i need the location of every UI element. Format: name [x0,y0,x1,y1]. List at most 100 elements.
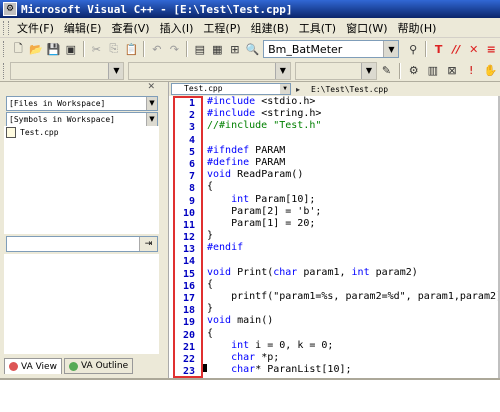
code-line[interactable] [207,133,500,145]
goto-file-icon[interactable]: ▸ [292,83,304,95]
chevron-down-icon[interactable]: ▼ [280,84,290,94]
line-number: 20 [182,329,195,341]
cut-icon[interactable]: ✂ [89,40,105,58]
filter-combo[interactable]: ▼ [294,61,377,80]
code-line[interactable]: Param[1] = 20; [207,218,500,230]
line-number: 2 [188,110,195,122]
line-number: 22 [182,353,195,365]
code-line[interactable]: //#include "Test.h" [207,120,500,132]
window-list-icon[interactable]: ⊞ [227,40,243,58]
symbols-combo-value: [Symbols in Workspace] [9,115,115,124]
va-view-icon [9,362,18,371]
code-line[interactable]: void ReadParam() [207,169,500,181]
menu-view[interactable]: 查看(V) [106,20,154,36]
files-combo-value: [Files in Workspace] [9,99,106,108]
code-line[interactable]: } [207,230,500,242]
binoculars-icon[interactable]: ⚲ [405,40,421,58]
find-in-files-icon[interactable]: 🔍 [245,40,261,58]
delete-icon[interactable]: ✕ [466,40,482,58]
code-line[interactable]: { [207,279,500,291]
execute-icon[interactable]: ! [463,62,480,80]
comment-icon[interactable]: // [448,40,464,58]
menu-insert[interactable]: 插入(I) [155,20,199,36]
code-line[interactable]: #endif [207,242,500,254]
toolbar-grip[interactable] [3,41,7,57]
code-line[interactable] [207,254,500,266]
title-bar: ⚙ Microsoft Visual C++ - [E:\Test\Test.c… [0,0,500,18]
save-all-icon[interactable]: ▣ [63,40,79,58]
line-number: 10 [182,207,195,219]
save-icon[interactable]: 💾 [46,40,62,58]
undo-icon[interactable]: ↶ [149,40,165,58]
open-folder-icon[interactable]: 📂 [28,40,44,58]
compile-icon[interactable]: ⚙ [405,62,422,80]
chevron-down-icon[interactable]: ▼ [146,113,157,126]
chevron-down-icon[interactable]: ▼ [274,62,290,79]
file-combo-value: Test.cpp [184,84,223,93]
menu-window[interactable]: 窗口(W) [341,20,392,36]
wand-icon[interactable]: ✎ [378,62,395,80]
code-line[interactable]: { [207,328,500,340]
chevron-down-icon[interactable]: ▼ [360,62,376,79]
line-number: 11 [182,219,195,231]
copy-icon[interactable]: ⎘ [106,40,122,58]
code-line[interactable]: int Param[10]; [207,194,500,206]
code-line[interactable]: int i = 0, k = 0; [207,340,500,352]
new-file-icon[interactable]: 🗋 [11,40,27,58]
tab-label: VA View [21,361,57,372]
tab-label: VA Outline [80,361,129,371]
line-numbers: 123456789101112131415161718192021222324 [175,98,201,391]
file-path: E:\Test\Test.cpp [311,84,389,94]
code-line[interactable]: char* ParanList[10]; [207,364,500,376]
tab-va-outline[interactable]: VA Outline [63,358,134,374]
code-line[interactable]: #include <string.h> [207,108,500,120]
file-combo[interactable]: Test.cpp ▼ [171,83,291,95]
paste-icon[interactable]: 📋 [124,40,140,58]
redo-icon[interactable]: ↷ [167,40,183,58]
menu-tools[interactable]: 工具(T) [294,20,341,36]
menu-help[interactable]: 帮助(H) [393,20,442,36]
config-combo[interactable]: Bm_BatMeter ▼ [263,40,400,58]
menu-edit[interactable]: 编辑(E) [59,20,107,36]
code-line[interactable]: Param[2] = 'b'; [207,206,500,218]
code-line[interactable]: printf("param1=%s, param2=%d", param1,pa… [207,291,500,303]
chevron-down-icon[interactable]: ▼ [383,41,399,57]
stop-build-icon[interactable]: ⊠ [443,62,460,80]
toolbar-grip[interactable] [3,62,7,79]
line-number: 21 [182,341,195,353]
menu-grip[interactable] [3,20,9,35]
code-line[interactable]: #define PARAM [207,157,500,169]
code-line[interactable]: { [207,181,500,193]
text-icon[interactable]: T [431,40,447,58]
menu-file[interactable]: 文件(F) [12,20,59,36]
format-icon[interactable]: ≡ [483,40,499,58]
line-number: 15 [182,268,195,280]
code-area[interactable]: #include <stdio.h> #include <string.h>//#… [207,96,500,378]
workspace-icon[interactable]: ▤ [192,40,208,58]
close-icon[interactable]: ✕ [147,82,155,92]
files-in-workspace-combo[interactable]: [Files in Workspace] ▼ [6,96,158,111]
symbol-search-input[interactable]: ⇥ [6,236,158,252]
build-icon[interactable]: ▥ [424,62,441,80]
toolbar-separator [82,41,85,57]
code-line[interactable]: #include <stdio.h> [207,96,500,108]
member-combo[interactable]: ▼ [128,61,291,80]
class-combo[interactable]: ▼ [9,61,125,80]
chevron-down-icon[interactable]: ▼ [108,62,124,79]
breakpoint-icon[interactable]: ✋ [482,62,499,80]
goto-icon[interactable]: ⇥ [139,237,157,251]
menu-build[interactable]: 组建(B) [246,20,294,36]
code-line[interactable]: char *p; [207,352,500,364]
code-line[interactable]: } [207,303,500,315]
code-line[interactable]: void Print(char param1, int param2) [207,267,500,279]
output-window-icon[interactable]: ▦ [210,40,226,58]
symbols-in-workspace-combo[interactable]: [Symbols in Workspace] ▼ [6,112,158,127]
file-item[interactable]: Test.cpp [4,126,159,139]
code-line[interactable]: #ifndef PARAM [207,145,500,157]
tab-va-view[interactable]: VA View [4,358,62,374]
code-editor: Test.cpp ▼ ▸ E:\Test\Test.cpp 1234567891… [168,82,500,389]
menu-project[interactable]: 工程(P) [198,20,245,36]
line-number: 19 [182,317,195,329]
code-line[interactable]: void main() [207,315,500,327]
chevron-down-icon[interactable]: ▼ [146,97,157,110]
